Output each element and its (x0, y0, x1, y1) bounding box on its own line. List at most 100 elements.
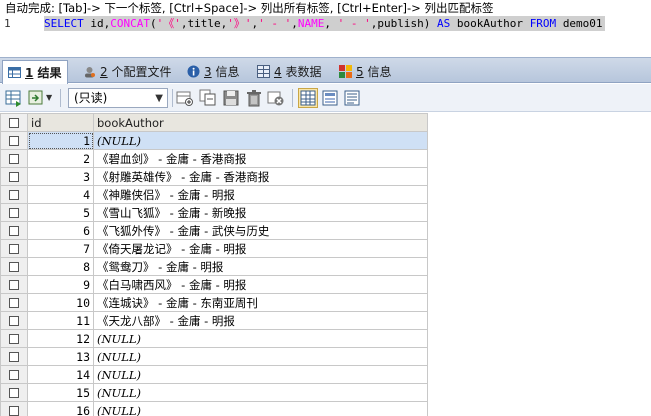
sql-query-line[interactable]: SELECT id,CONCAT('《',title,'》',' - ',NAM… (44, 16, 605, 31)
row-checkbox-cell[interactable] (0, 257, 28, 276)
checkbox[interactable] (9, 208, 19, 218)
cell-bookauthor[interactable]: (NULL) (93, 329, 428, 348)
table-row[interactable]: 9 《白马啸西风》 - 金庸 - 明报 (0, 275, 428, 294)
cell-id[interactable]: 9 (27, 275, 94, 294)
table-row[interactable]: 11 《天龙八部》 - 金庸 - 明报 (0, 311, 428, 330)
row-checkbox-cell[interactable] (0, 401, 28, 416)
table-row[interactable]: 3 《射雕英雄传》 - 金庸 - 香港商报 (0, 167, 428, 186)
cell-id[interactable]: 8 (27, 257, 94, 276)
cell-id[interactable]: 15 (27, 383, 94, 402)
row-checkbox-cell[interactable] (0, 221, 28, 240)
row-checkbox-cell[interactable] (0, 131, 28, 150)
column-header-bookauthor[interactable]: bookAuthor (93, 113, 428, 132)
cell-bookauthor[interactable]: (NULL) (93, 131, 428, 150)
table-row[interactable]: 8 《鸳鸯刀》 - 金庸 - 明报 (0, 257, 428, 276)
table-row[interactable]: 14 (NULL) (0, 365, 428, 384)
checkbox[interactable] (9, 262, 19, 272)
row-checkbox-cell[interactable] (0, 185, 28, 204)
grid-view-icon[interactable] (298, 88, 318, 108)
form-view-icon[interactable] (321, 89, 339, 107)
tab-profiles[interactable]: 2 个配置文件 (78, 60, 176, 82)
row-checkbox-cell[interactable] (0, 239, 28, 258)
readonly-mode-select[interactable]: (只读) ▼ (68, 88, 168, 108)
tab-results[interactable]: 1 结果 (2, 60, 68, 84)
cell-id[interactable]: 2 (27, 149, 94, 168)
checkbox[interactable] (9, 172, 19, 182)
checkbox[interactable] (9, 280, 19, 290)
table-row[interactable]: 15 (NULL) (0, 383, 428, 402)
table-row[interactable]: 10 《连城诀》 - 金庸 - 东南亚周刊 (0, 293, 428, 312)
checkbox[interactable] (9, 370, 19, 380)
discard-changes-icon[interactable] (267, 89, 285, 107)
checkbox[interactable] (9, 352, 19, 362)
cell-id[interactable]: 6 (27, 221, 94, 240)
export-icon[interactable] (5, 89, 23, 107)
row-checkbox-cell[interactable] (0, 167, 28, 186)
table-row[interactable]: 4 《神雕侠侣》 - 金庸 - 明报 (0, 185, 428, 204)
cell-bookauthor[interactable]: 《雪山飞狐》 - 金庸 - 新晚报 (93, 203, 428, 222)
cell-id[interactable]: 16 (27, 401, 94, 416)
cell-bookauthor[interactable]: 《白马啸西风》 - 金庸 - 明报 (93, 275, 428, 294)
table-row[interactable]: 12 (NULL) (0, 329, 428, 348)
cell-id[interactable]: 13 (27, 347, 94, 366)
table-row[interactable]: 5 《雪山飞狐》 - 金庸 - 新晚报 (0, 203, 428, 222)
row-checkbox-cell[interactable] (0, 275, 28, 294)
cell-bookauthor[interactable]: 《倚天屠龙记》 - 金庸 - 明报 (93, 239, 428, 258)
checkbox[interactable] (9, 406, 19, 416)
cell-id[interactable]: 3 (27, 167, 94, 186)
duplicate-row-icon[interactable] (199, 89, 217, 107)
cell-bookauthor[interactable]: 《天龙八部》 - 金庸 - 明报 (93, 311, 428, 330)
table-row[interactable]: 1 (NULL) (0, 131, 428, 150)
row-checkbox-cell[interactable] (0, 365, 28, 384)
import-icon[interactable] (28, 89, 46, 107)
select-all-header[interactable] (0, 113, 28, 132)
cell-bookauthor[interactable]: 《连城诀》 - 金庸 - 东南亚周刊 (93, 293, 428, 312)
result-grid[interactable]: id bookAuthor 1 (NULL) 2 《碧血剑》 - 金庸 - 香港商报 3… (0, 113, 651, 416)
cell-bookauthor[interactable]: (NULL) (93, 365, 428, 384)
tab-info-2[interactable]: 5 信息 (334, 60, 396, 82)
row-checkbox-cell[interactable] (0, 149, 28, 168)
cell-id[interactable]: 11 (27, 311, 94, 330)
row-checkbox-cell[interactable] (0, 203, 28, 222)
delete-icon[interactable] (245, 89, 263, 107)
checkbox[interactable] (9, 298, 19, 308)
cell-id[interactable]: 5 (27, 203, 94, 222)
table-row[interactable]: 6 《飞狐外传》 - 金庸 - 武侠与历史 (0, 221, 428, 240)
cell-id[interactable]: 14 (27, 365, 94, 384)
table-row[interactable]: 2 《碧血剑》 - 金庸 - 香港商报 (0, 149, 428, 168)
checkbox[interactable] (9, 118, 19, 128)
cell-id[interactable]: 4 (27, 185, 94, 204)
cell-bookauthor[interactable]: (NULL) (93, 383, 428, 402)
row-checkbox-cell[interactable] (0, 311, 28, 330)
row-checkbox-cell[interactable] (0, 293, 28, 312)
table-row[interactable]: 16 (NULL) (0, 401, 428, 416)
checkbox[interactable] (9, 316, 19, 326)
cell-bookauthor[interactable]: 《碧血剑》 - 金庸 - 香港商报 (93, 149, 428, 168)
table-row[interactable]: 13 (NULL) (0, 347, 428, 366)
checkbox[interactable] (9, 244, 19, 254)
checkbox[interactable] (9, 154, 19, 164)
column-header-id[interactable]: id (27, 113, 94, 132)
tab-table-data[interactable]: 4 表数据 (252, 60, 326, 82)
cell-bookauthor[interactable]: 《射雕英雄传》 - 金庸 - 香港商报 (93, 167, 428, 186)
checkbox[interactable] (9, 190, 19, 200)
table-row[interactable]: 7 《倚天屠龙记》 - 金庸 - 明报 (0, 239, 428, 258)
checkbox[interactable] (9, 226, 19, 236)
row-checkbox-cell[interactable] (0, 347, 28, 366)
cell-bookauthor[interactable]: 《神雕侠侣》 - 金庸 - 明报 (93, 185, 428, 204)
tab-info[interactable]: 3 信息 (182, 60, 244, 82)
insert-row-icon[interactable] (176, 89, 194, 107)
sql-editor[interactable]: 1 SELECT id,CONCAT('《',title,'》',' - ',N… (0, 16, 651, 56)
cell-bookauthor[interactable]: 《鸳鸯刀》 - 金庸 - 明报 (93, 257, 428, 276)
checkbox[interactable] (9, 136, 19, 146)
cell-bookauthor[interactable]: (NULL) (93, 347, 428, 366)
row-checkbox-cell[interactable] (0, 329, 28, 348)
checkbox[interactable] (9, 388, 19, 398)
save-icon[interactable] (222, 89, 240, 107)
row-checkbox-cell[interactable] (0, 383, 28, 402)
cell-bookauthor[interactable]: 《飞狐外传》 - 金庸 - 武侠与历史 (93, 221, 428, 240)
cell-id[interactable]: 12 (27, 329, 94, 348)
chevron-down-icon[interactable]: ▼ (46, 93, 52, 102)
text-view-icon[interactable] (343, 89, 361, 107)
cell-id[interactable]: 10 (27, 293, 94, 312)
